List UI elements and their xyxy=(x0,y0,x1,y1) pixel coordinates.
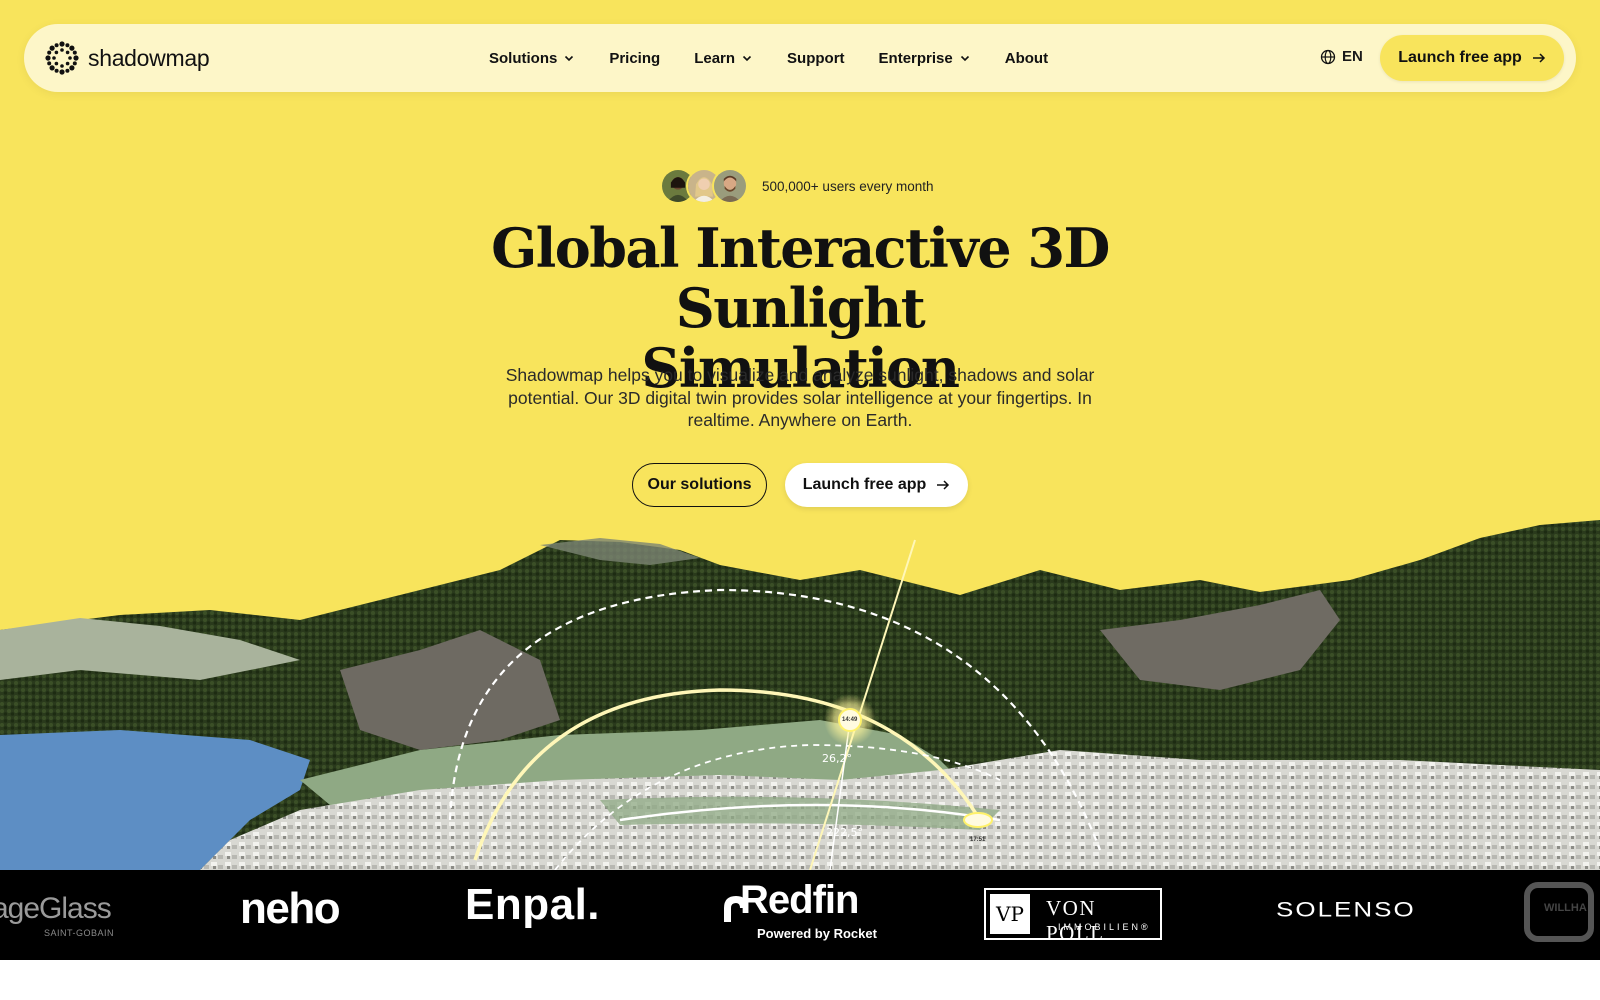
von-poll-name: VON POLL xyxy=(1046,896,1105,945)
button-label: Our solutions xyxy=(647,476,752,493)
nav-item-solutions[interactable]: Solutions xyxy=(489,50,575,67)
neho-logo: neho xyxy=(240,884,341,933)
brand-logo[interactable]: shadowmap xyxy=(44,40,210,76)
nav-item-label: Solutions xyxy=(489,49,558,67)
users-badge: 500,000+ users every month xyxy=(660,168,933,204)
von-poll-mark: VP xyxy=(990,894,1030,934)
partner-logo-strip: ageGlass SAINT-GOBAIN neho Enpal. Redfin… xyxy=(0,870,1600,960)
willhaben-logo: WILLHA xyxy=(1524,882,1594,942)
terrain-3d-illustration[interactable] xyxy=(0,520,1600,870)
main-menu: Solutions Pricing Learn Support Enterpri… xyxy=(489,24,1048,92)
nav-item-label: Support xyxy=(787,49,845,67)
nav-launch-app-button[interactable]: Launch free app xyxy=(1380,35,1564,81)
brand-name: shadowmap xyxy=(88,44,210,71)
redfin-logo: Redfin xyxy=(740,878,859,922)
chevron-down-icon xyxy=(565,55,574,62)
chevron-down-icon xyxy=(742,55,752,62)
redfin-logo-subtitle: Powered by Rocket xyxy=(757,926,877,941)
avatar xyxy=(712,168,748,204)
nav-item-pricing[interactable]: Pricing xyxy=(609,50,660,67)
globe-icon xyxy=(1320,49,1336,64)
sun-time-label: 14:49 xyxy=(842,717,858,723)
launch-free-app-button[interactable]: Launch free app xyxy=(785,463,968,507)
language-label: EN xyxy=(1342,48,1363,65)
nav-item-learn[interactable]: Learn xyxy=(694,50,753,67)
sageglass-logo: ageGlass xyxy=(0,892,112,925)
nav-item-enterprise[interactable]: Enterprise xyxy=(879,50,971,67)
chevron-down-icon xyxy=(960,55,969,62)
nav-item-label: About xyxy=(1004,49,1049,67)
our-solutions-button[interactable]: Our solutions xyxy=(632,463,767,507)
sun-azimuth-label: 222,5° xyxy=(826,826,863,839)
willhaben-logo-text: WILLHA xyxy=(1544,902,1587,914)
enpal-logo: Enpal. xyxy=(465,880,601,929)
arrow-right-icon xyxy=(937,480,950,490)
von-poll-logo: VP VON POLL IMMOBILIEN® xyxy=(984,888,1162,945)
nav-item-support[interactable]: Support xyxy=(787,50,845,67)
users-count-text: 500,000+ users every month xyxy=(762,178,934,194)
nav-item-label: Learn xyxy=(694,49,736,67)
avatar-group xyxy=(660,168,748,204)
nav-item-about[interactable]: About xyxy=(1005,50,1048,67)
sunset-time-label: 17:51 xyxy=(970,837,986,843)
hero-section: shadowmap Solutions Pricing Learn Suppor… xyxy=(0,0,1600,870)
button-label: Launch free app xyxy=(802,476,927,493)
hero-subtitle: Shadowmap helps you to visualize and ana… xyxy=(505,365,1095,430)
sageglass-logo-subtitle: SAINT-GOBAIN xyxy=(44,928,115,938)
sun-elevation-label: 26,2° xyxy=(822,752,852,765)
von-poll-subtitle: IMMOBILIEN® xyxy=(1058,922,1151,932)
language-switcher[interactable]: EN xyxy=(1320,48,1363,65)
title-line-1: Global Interactive 3D Sunlight xyxy=(491,216,1110,340)
top-navigation: shadowmap Solutions Pricing Learn Suppor… xyxy=(24,24,1576,92)
shadowmap-logo-icon xyxy=(45,41,79,75)
nav-item-label: Enterprise xyxy=(878,49,953,67)
nav-item-label: Pricing xyxy=(609,49,661,67)
arrow-right-icon xyxy=(1532,53,1545,63)
solenso-logo: SOLENSO xyxy=(1276,897,1416,922)
nav-cta-label: Launch free app xyxy=(1398,49,1522,66)
